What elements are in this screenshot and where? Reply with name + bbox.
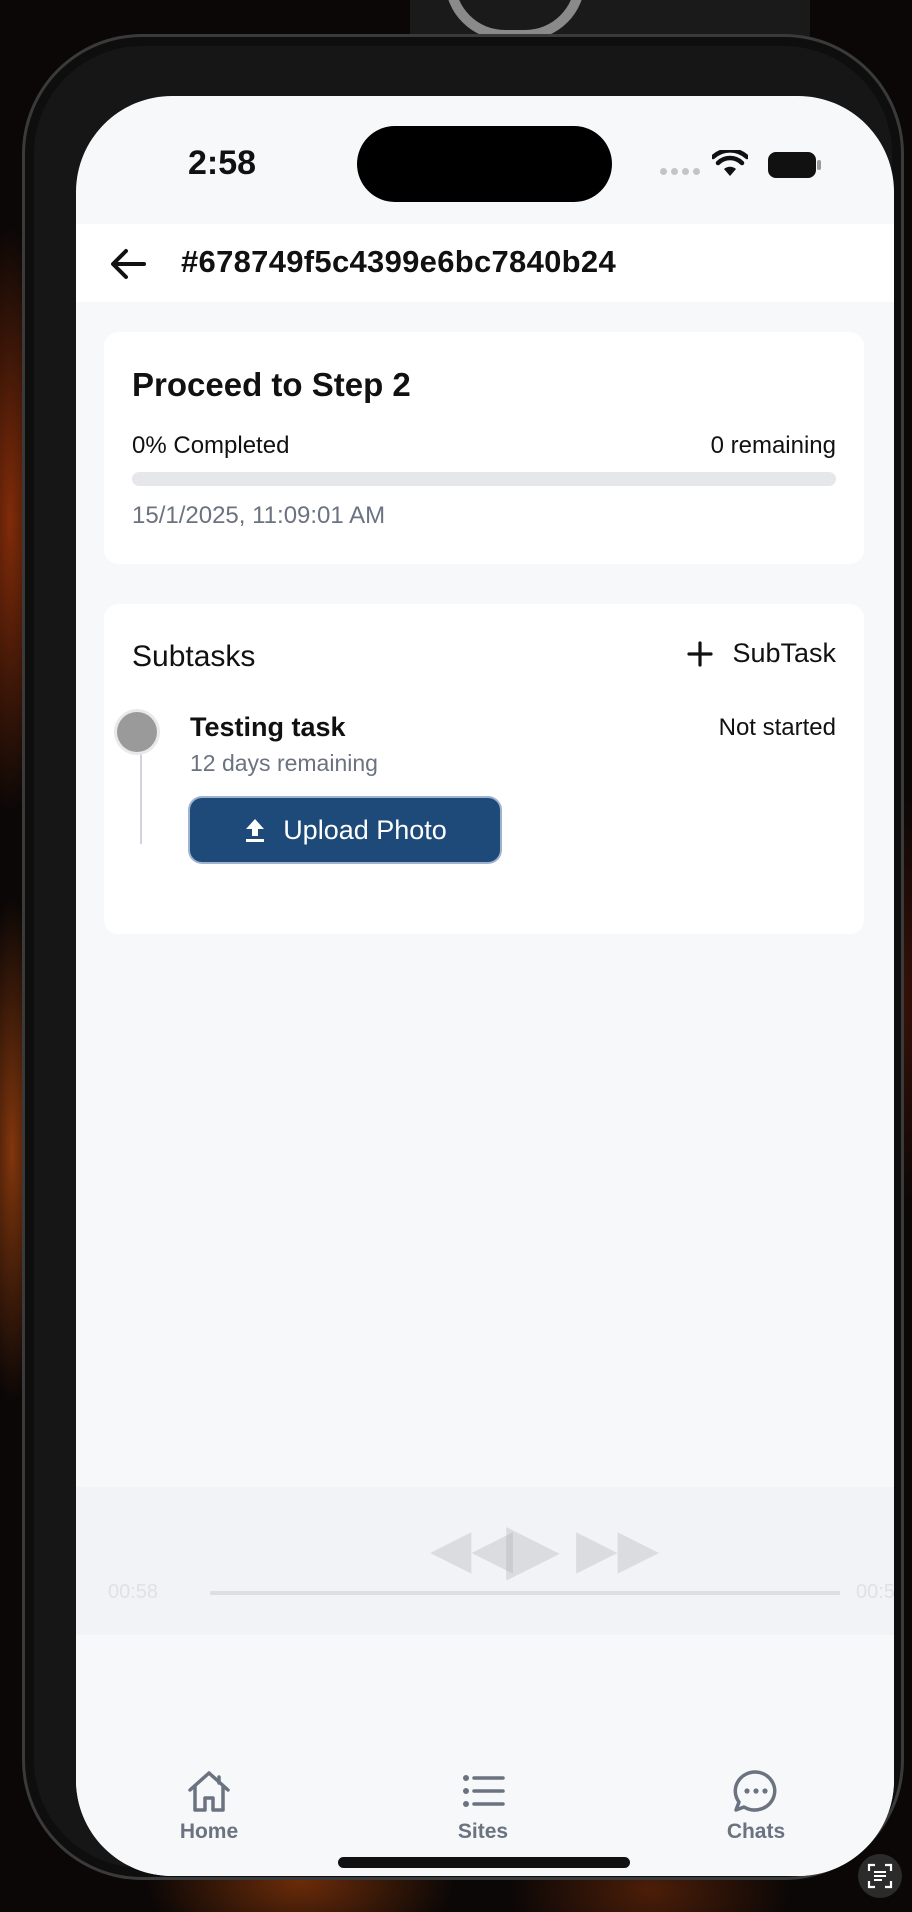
media-elapsed-time: 00:58 [108,1581,159,1603]
media-scrubber[interactable] [210,1591,840,1595]
wifi-icon [712,150,748,176]
page-title: #678749f5c4399e6bc7840b24 [181,244,616,279]
step-title: Proceed to Step 2 [132,366,411,403]
add-subtask-label: SubTask [732,638,836,668]
back-arrow-icon[interactable] [106,242,150,286]
list-icon [463,1775,505,1807]
nav-item-sites[interactable]: Sites [423,1768,543,1844]
progress-percent-label: 0% Completed [132,432,290,459]
upload-photo-button[interactable]: Upload Photo [190,798,500,862]
nav-label-home: Home [179,1820,239,1843]
nav-label-chats: Chats [726,1820,786,1843]
nav-label-sites: Sites [457,1820,509,1843]
subtask-status-dot [117,712,157,752]
media-player-overlay: ◀◀ ▶ ▶▶ 00:58 00:58 [76,1487,894,1635]
nav-item-home[interactable]: Home [149,1768,269,1844]
upload-photo-label: Upload Photo [283,814,447,845]
phone-frame: 2:58 #678749f5c4399e6bc7840b24 Proceed t… [22,34,904,1880]
subtask-remaining-time: 12 days remaining [190,750,378,776]
app-header: #678749f5c4399e6bc7840b24 [76,224,894,302]
text-scan-icon [867,1863,893,1889]
fast-forward-icon[interactable]: ▶▶ [576,1517,659,1580]
battery-icon [768,152,821,178]
live-text-button[interactable] [858,1854,902,1898]
remaining-count-label: 0 remaining [710,432,836,459]
home-indicator[interactable] [338,1857,630,1868]
subtasks-card: Subtasks SubTask Testing task 12 days re… [104,604,864,934]
add-subtask-button[interactable]: SubTask [686,638,836,669]
play-icon[interactable]: ▶ [506,1507,560,1589]
home-icon [188,1771,230,1812]
subtask-status: Not started [718,714,836,741]
subtasks-heading: Subtasks [132,640,256,673]
media-total-time: 00:58 [856,1581,894,1603]
progress-bar [132,472,836,486]
subtask-name[interactable]: Testing task [190,712,346,743]
nav-item-chats[interactable]: Chats [696,1768,816,1844]
dynamic-island [357,126,612,202]
app-screen: 2:58 #678749f5c4399e6bc7840b24 Proceed t… [76,96,894,1876]
plus-icon [687,640,714,667]
chat-bubble-icon [733,1770,777,1812]
cellular-signal-icon [660,168,700,175]
upload-icon [246,819,265,842]
status-time: 2:58 [188,144,257,182]
step-progress-card: Proceed to Step 2 0% Completed 0 remaini… [104,332,864,564]
rewind-icon[interactable]: ◀◀ [430,1517,513,1580]
step-timestamp: 15/1/2025, 11:09:01 AM [132,502,386,529]
